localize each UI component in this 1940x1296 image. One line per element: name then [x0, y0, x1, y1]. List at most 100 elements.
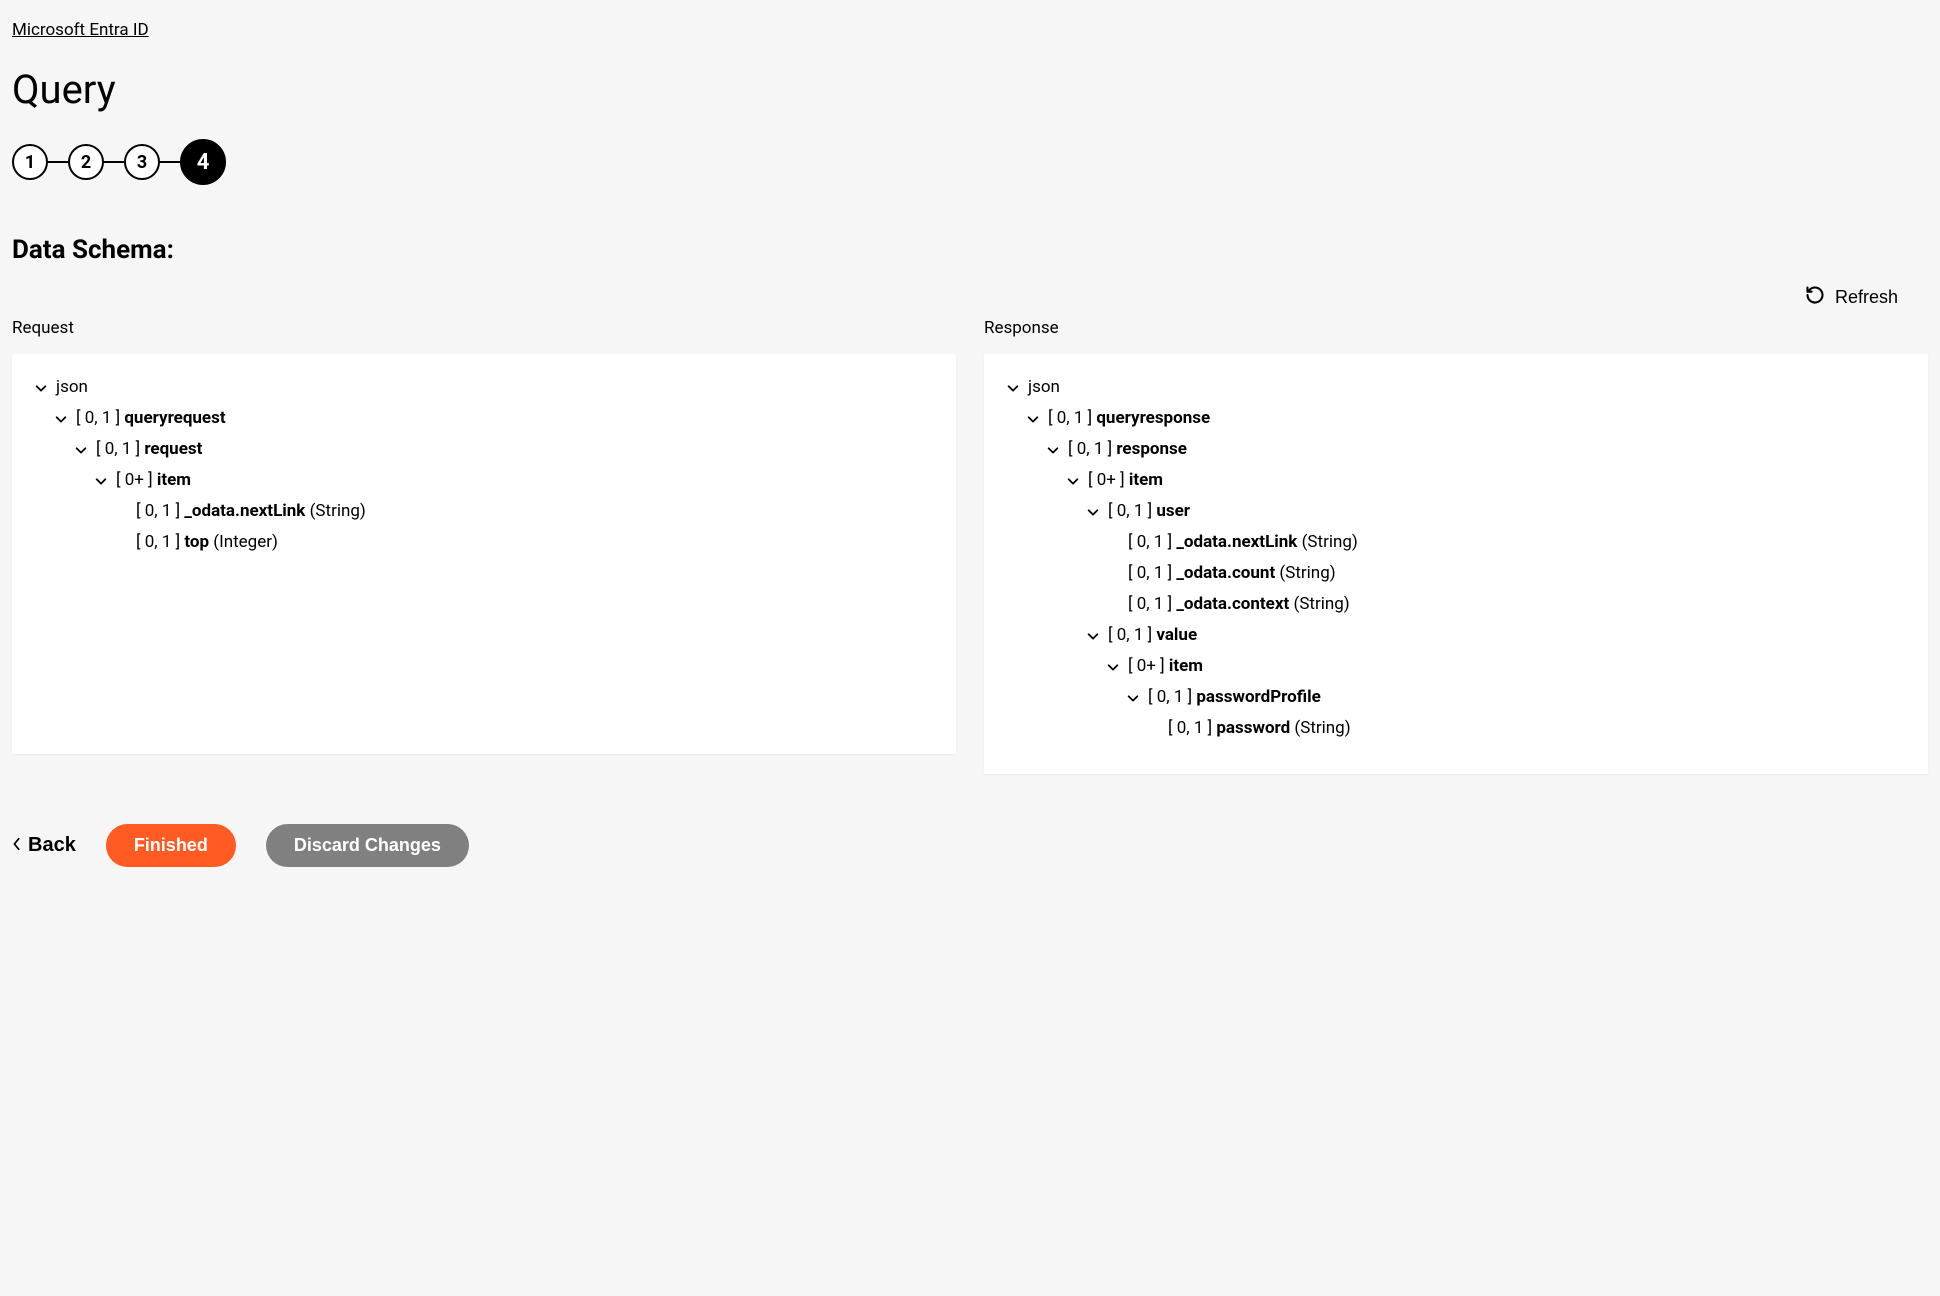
tree-node-name: top [184, 532, 209, 552]
tree-node-label: json [1028, 379, 1060, 396]
section-heading-data-schema: Data Schema: [12, 235, 1928, 265]
tree-node-name: item [157, 470, 191, 490]
refresh-icon [1805, 285, 1825, 310]
tree-node-label: [ 0+ ] item [1088, 472, 1163, 489]
chevron-down-icon[interactable] [72, 443, 90, 457]
tree-node-cardinality: [ 0, 1 ] [1128, 532, 1176, 552]
refresh-bar: Refresh [12, 285, 1928, 310]
tree-node-name: user [1156, 501, 1190, 521]
finished-button[interactable]: Finished [106, 824, 236, 867]
tree-node-name: value [1156, 625, 1197, 645]
tree-node-name: request [144, 439, 202, 459]
step-connector [104, 161, 124, 163]
response-header: Response [984, 318, 1928, 338]
tree-node-cardinality: [ 0, 1 ] [1148, 687, 1196, 707]
tree-node-cardinality: [ 0+ ] [1128, 656, 1169, 676]
step-2[interactable]: 2 [68, 144, 104, 180]
chevron-left-icon [12, 834, 22, 857]
chevron-down-icon[interactable] [1004, 381, 1022, 395]
chevron-down-icon[interactable] [1104, 660, 1122, 674]
tree-node-label: [ 0, 1 ] user [1108, 503, 1190, 520]
tree-node-label: json [56, 379, 88, 396]
response-tree-row: [ 0, 1 ] response [1004, 434, 1908, 465]
back-label: Back [28, 834, 76, 857]
tree-node-name: _odata.count [1176, 563, 1275, 583]
request-tree-row: [ 0+ ] item [32, 465, 936, 496]
tree-node-name: queryresponse [1096, 408, 1210, 428]
page-title: Query [12, 66, 1928, 113]
breadcrumb-link[interactable]: Microsoft Entra ID [12, 20, 149, 40]
tree-node-name: json [1028, 377, 1060, 397]
chevron-down-icon[interactable] [1044, 443, 1062, 457]
response-tree-row: [ 0, 1 ] password (String) [1004, 713, 1908, 744]
step-1[interactable]: 1 [12, 144, 48, 180]
request-tree-row: [ 0, 1 ] request [32, 434, 936, 465]
tree-node-cardinality: [ 0+ ] [1088, 470, 1129, 490]
tree-node-cardinality: [ 0, 1 ] [1128, 594, 1176, 614]
chevron-down-icon[interactable] [1064, 474, 1082, 488]
request-tree-row: [ 0, 1 ] _odata.nextLink (String) [32, 496, 936, 527]
response-tree-row: [ 0, 1 ] user [1004, 496, 1908, 527]
tree-node-label: [ 0, 1 ] response [1068, 441, 1187, 458]
chevron-down-icon[interactable] [1024, 412, 1042, 426]
chevron-down-icon[interactable] [1084, 505, 1102, 519]
request-tree-row: [ 0, 1 ] top (Integer) [32, 527, 936, 558]
tree-node-cardinality: [ 0, 1 ] [96, 439, 144, 459]
response-tree-row: json [1004, 372, 1908, 403]
tree-node-name: response [1116, 439, 1187, 459]
response-tree-row: [ 0, 1 ] value [1004, 620, 1908, 651]
tree-node-name: item [1169, 656, 1203, 676]
tree-node-name: _odata.context [1176, 594, 1289, 614]
response-tree-row: [ 0, 1 ] _odata.context (String) [1004, 589, 1908, 620]
step-3[interactable]: 3 [124, 144, 160, 180]
tree-node-type: (String) [1290, 718, 1350, 738]
tree-node-name: queryrequest [124, 408, 225, 428]
chevron-down-icon[interactable] [92, 474, 110, 488]
tree-node-name: password [1216, 718, 1290, 738]
response-tree-row: [ 0, 1 ] _odata.count (String) [1004, 558, 1908, 589]
back-button[interactable]: Back [12, 834, 76, 857]
response-tree-row: [ 0, 1 ] passwordProfile [1004, 682, 1908, 713]
step-connector [48, 161, 68, 163]
step-4[interactable]: 4 [180, 139, 226, 185]
tree-node-name: passwordProfile [1196, 687, 1320, 707]
tree-node-type: (Integer) [209, 532, 278, 552]
tree-node-cardinality: [ 0, 1 ] [1128, 563, 1176, 583]
response-tree-row: [ 0+ ] item [1004, 465, 1908, 496]
tree-node-label: [ 0+ ] item [1128, 658, 1203, 675]
tree-node-label: [ 0, 1 ] queryrequest [76, 410, 226, 427]
response-column: Response json[ 0, 1 ] queryresponse[ 0, … [984, 318, 1928, 774]
chevron-down-icon[interactable] [1084, 629, 1102, 643]
tree-node-name: _odata.nextLink [184, 501, 305, 521]
tree-node-cardinality: [ 0, 1 ] [1108, 625, 1156, 645]
chevron-down-icon[interactable] [52, 412, 70, 426]
tree-node-label: [ 0, 1 ] _odata.nextLink (String) [136, 503, 366, 520]
tree-node-cardinality: [ 0, 1 ] [1108, 501, 1156, 521]
request-panel: json[ 0, 1 ] queryrequest[ 0, 1 ] reques… [12, 354, 956, 754]
footer-actions: Back Finished Discard Changes [12, 824, 1928, 867]
chevron-down-icon[interactable] [1124, 691, 1142, 705]
refresh-button[interactable]: Refresh [1805, 285, 1898, 310]
response-tree-row: [ 0, 1 ] queryresponse [1004, 403, 1908, 434]
request-tree-row: json [32, 372, 936, 403]
tree-node-cardinality: [ 0, 1 ] [136, 532, 184, 552]
tree-node-cardinality: [ 0, 1 ] [76, 408, 124, 428]
refresh-label: Refresh [1835, 287, 1898, 308]
tree-node-name: item [1129, 470, 1163, 490]
tree-node-label: [ 0, 1 ] top (Integer) [136, 534, 278, 551]
tree-node-label: [ 0+ ] item [116, 472, 191, 489]
request-tree-row: [ 0, 1 ] queryrequest [32, 403, 936, 434]
tree-node-label: [ 0, 1 ] value [1108, 627, 1197, 644]
tree-node-label: [ 0, 1 ] password (String) [1168, 720, 1351, 737]
tree-node-type: (String) [305, 501, 365, 521]
tree-node-name: _odata.nextLink [1176, 532, 1297, 552]
tree-node-label: [ 0, 1 ] request [96, 441, 202, 458]
chevron-down-icon[interactable] [32, 381, 50, 395]
tree-node-cardinality: [ 0+ ] [116, 470, 157, 490]
tree-node-name: json [56, 377, 88, 397]
request-header: Request [12, 318, 956, 338]
request-column: Request json[ 0, 1 ] queryrequest[ 0, 1 … [12, 318, 956, 774]
discard-changes-button[interactable]: Discard Changes [266, 824, 469, 867]
tree-node-type: (String) [1289, 594, 1349, 614]
response-tree-row: [ 0+ ] item [1004, 651, 1908, 682]
